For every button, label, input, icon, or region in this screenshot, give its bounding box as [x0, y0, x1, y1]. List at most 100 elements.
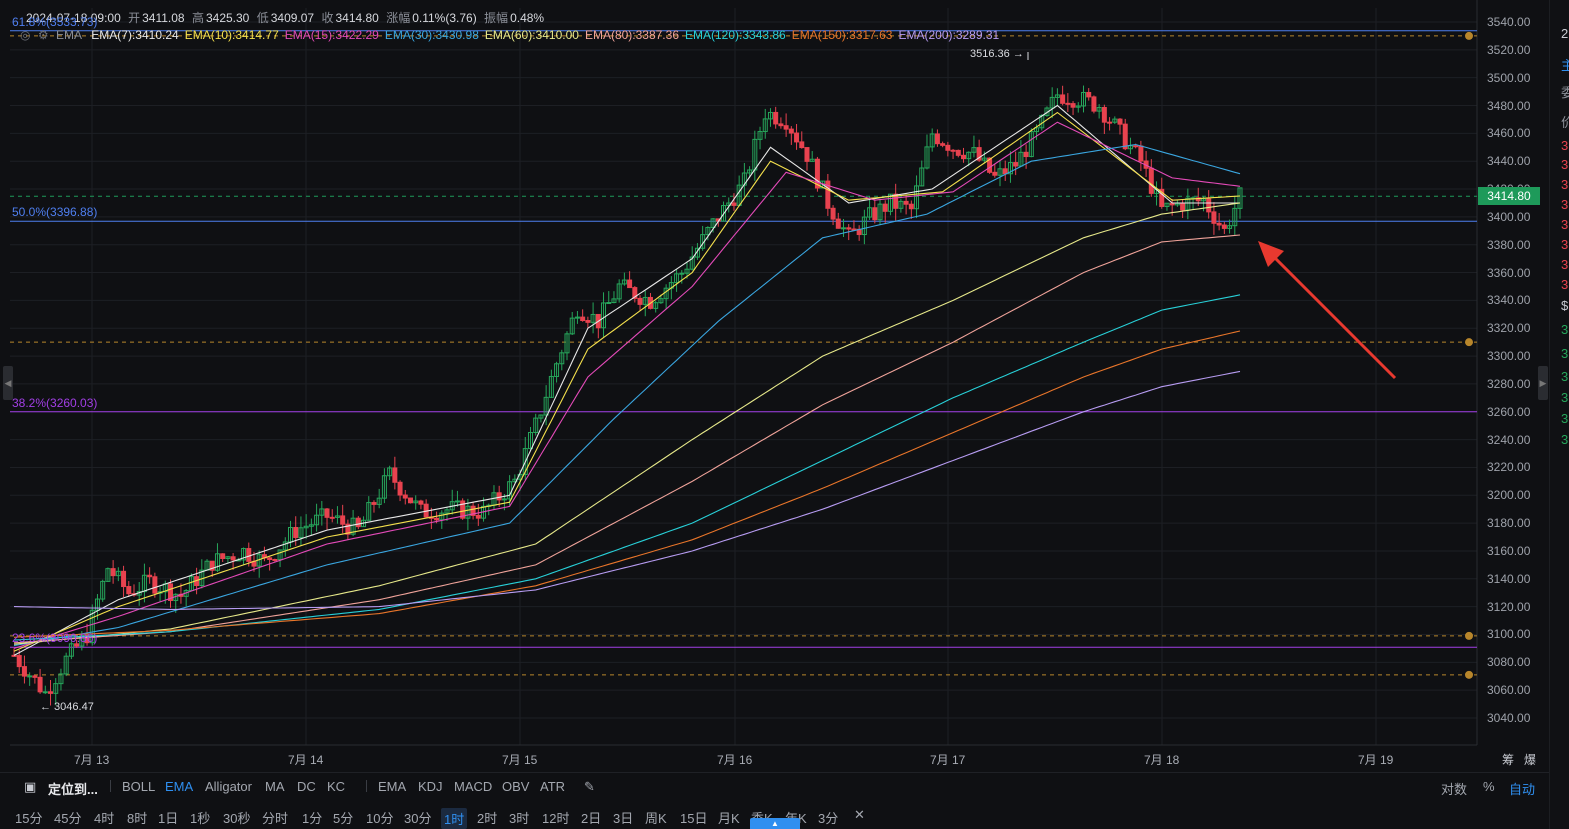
yaxis-tick-label: 3120.00 — [1487, 599, 1531, 614]
candle-body — [903, 200, 909, 205]
order-book-cell: 价 — [1561, 115, 1569, 130]
sub-indicator-ema-button[interactable]: EMA — [378, 779, 406, 794]
settings-icon[interactable]: ⚙ — [38, 28, 49, 42]
ema-line-ema7 — [13, 104, 1240, 656]
edit-indicator-icon[interactable]: ✎ — [584, 779, 595, 795]
period-button[interactable]: 15分 — [15, 808, 42, 827]
chip-distribution-button[interactable]: 筹 — [1502, 751, 1514, 768]
candle-body — [126, 586, 132, 595]
candle-body — [1221, 224, 1227, 229]
candle-body — [783, 125, 789, 130]
log-scale-button[interactable]: 对数 — [1441, 779, 1467, 798]
candle-body — [1148, 167, 1154, 194]
period-button[interactable]: 4时 — [94, 808, 114, 827]
ema-legend-item: EMA(15):3422.29 — [284, 28, 379, 42]
yaxis-tick-label: 3300.00 — [1487, 349, 1531, 364]
period-button[interactable]: 15日 — [680, 808, 707, 827]
calendar-icon[interactable]: ▣ — [24, 779, 36, 795]
period-button[interactable]: 3日 — [613, 808, 633, 827]
candle-body — [1107, 121, 1113, 124]
candle-body — [371, 502, 377, 505]
indicator-boll-button[interactable]: BOLL — [122, 779, 155, 794]
candle-body — [434, 517, 440, 521]
candle-body — [960, 154, 966, 160]
period-button[interactable]: 2日 — [581, 808, 601, 827]
yaxis-tick-label: 3240.00 — [1487, 432, 1531, 447]
period-button[interactable]: 3时 — [509, 808, 529, 827]
period-button[interactable]: 周K — [645, 808, 667, 827]
low-value: 3409.07 — [270, 11, 315, 25]
percent-scale-button[interactable]: % — [1483, 779, 1495, 794]
period-button[interactable]: 分时 — [262, 808, 288, 827]
indicator-ema-button[interactable]: EMA — [165, 779, 193, 794]
scroll-right-handle[interactable]: ▶ — [1538, 366, 1548, 400]
candle-body — [606, 302, 612, 305]
indicator-kc-button[interactable]: KC — [327, 779, 345, 794]
candle-body — [1091, 96, 1097, 112]
indicator-ma-button[interactable]: MA — [265, 779, 285, 794]
candle-body — [246, 548, 252, 562]
sub-indicator-macd-button[interactable]: MACD — [454, 779, 492, 794]
ema-legend-item: EMA(10):3414.77 — [184, 28, 279, 42]
level-handle — [1465, 670, 1473, 679]
period-button[interactable]: 5分 — [333, 808, 353, 827]
period-button[interactable]: 30分 — [404, 808, 431, 827]
candle-body — [32, 675, 38, 678]
period-button[interactable]: 月K — [718, 808, 740, 827]
candle-body — [496, 492, 502, 501]
order-book-cell: 3 — [1561, 138, 1569, 153]
candle-body — [267, 557, 273, 560]
order-book-cell: 3 — [1561, 277, 1569, 292]
period-button[interactable]: 30秒 — [223, 808, 250, 827]
yaxis-tick-label: 3160.00 — [1487, 543, 1531, 558]
candle-body — [950, 149, 956, 152]
candlestick-chart[interactable] — [0, 0, 1549, 772]
sub-indicator-atr-button[interactable]: ATR — [540, 779, 565, 794]
level-handle — [1465, 631, 1473, 640]
period-button[interactable]: 8时 — [127, 808, 147, 827]
period-button[interactable]: 2时 — [477, 808, 497, 827]
candle-body — [11, 654, 17, 657]
candle-body — [1180, 202, 1186, 211]
open-value: 3411.08 — [142, 11, 185, 25]
fib-label: 38.2%(3260.03) — [12, 395, 98, 410]
low-marker-label: ← 3046.47 — [40, 701, 94, 713]
period-button[interactable]: 1日 — [158, 808, 178, 827]
candle-body — [27, 675, 33, 678]
scroll-left-handle[interactable]: ◀ — [3, 366, 13, 400]
liquidation-button[interactable]: 爆 — [1524, 751, 1536, 768]
period-button[interactable]: 3分 — [818, 808, 838, 827]
period-button[interactable]: 12时 — [542, 808, 569, 827]
indicator-dc-button[interactable]: DC — [297, 779, 316, 794]
ema-legend-name: EMA — [55, 28, 82, 42]
candle-body — [830, 207, 836, 220]
candle-body — [1065, 102, 1071, 105]
candle-body — [908, 203, 914, 210]
period-button[interactable]: 10分 — [366, 808, 393, 827]
ema-line-ema10 — [13, 111, 1241, 652]
xaxis-tick-label: 7月 19 — [1358, 753, 1394, 767]
visibility-icon[interactable]: ◎ — [20, 28, 30, 42]
candle-body — [37, 676, 43, 693]
order-book-cell: 3 — [1561, 346, 1569, 361]
xaxis-tick-label: 7月 16 — [717, 753, 753, 767]
candle-body — [882, 203, 888, 212]
order-book-cell: 3 — [1561, 369, 1569, 384]
period-button[interactable]: 1秒 — [190, 808, 210, 827]
change-value: 0.11%(3.76) — [412, 11, 477, 25]
level-handle — [1465, 338, 1473, 347]
period-button[interactable]: 1时 — [441, 808, 468, 829]
collapse-handle-icon[interactable]: ▲ — [750, 818, 800, 829]
auto-scale-button[interactable]: 自动 — [1509, 779, 1535, 798]
indicator-alligator-button[interactable]: Alligator — [205, 779, 252, 794]
sub-indicator-kdj-button[interactable]: KDJ — [418, 779, 443, 794]
order-book-cell: 3 — [1561, 177, 1569, 192]
order-book-cell: 3 — [1561, 390, 1569, 405]
locate-button[interactable]: 定位到... — [48, 779, 98, 798]
sub-indicator-obv-button[interactable]: OBV — [502, 779, 529, 794]
period-button[interactable]: 45分 — [54, 808, 81, 827]
candle-body — [501, 498, 507, 501]
candle-body — [1122, 123, 1128, 150]
period-button[interactable]: 1分 — [302, 808, 322, 827]
close-icon[interactable]: ✕ — [854, 807, 865, 823]
